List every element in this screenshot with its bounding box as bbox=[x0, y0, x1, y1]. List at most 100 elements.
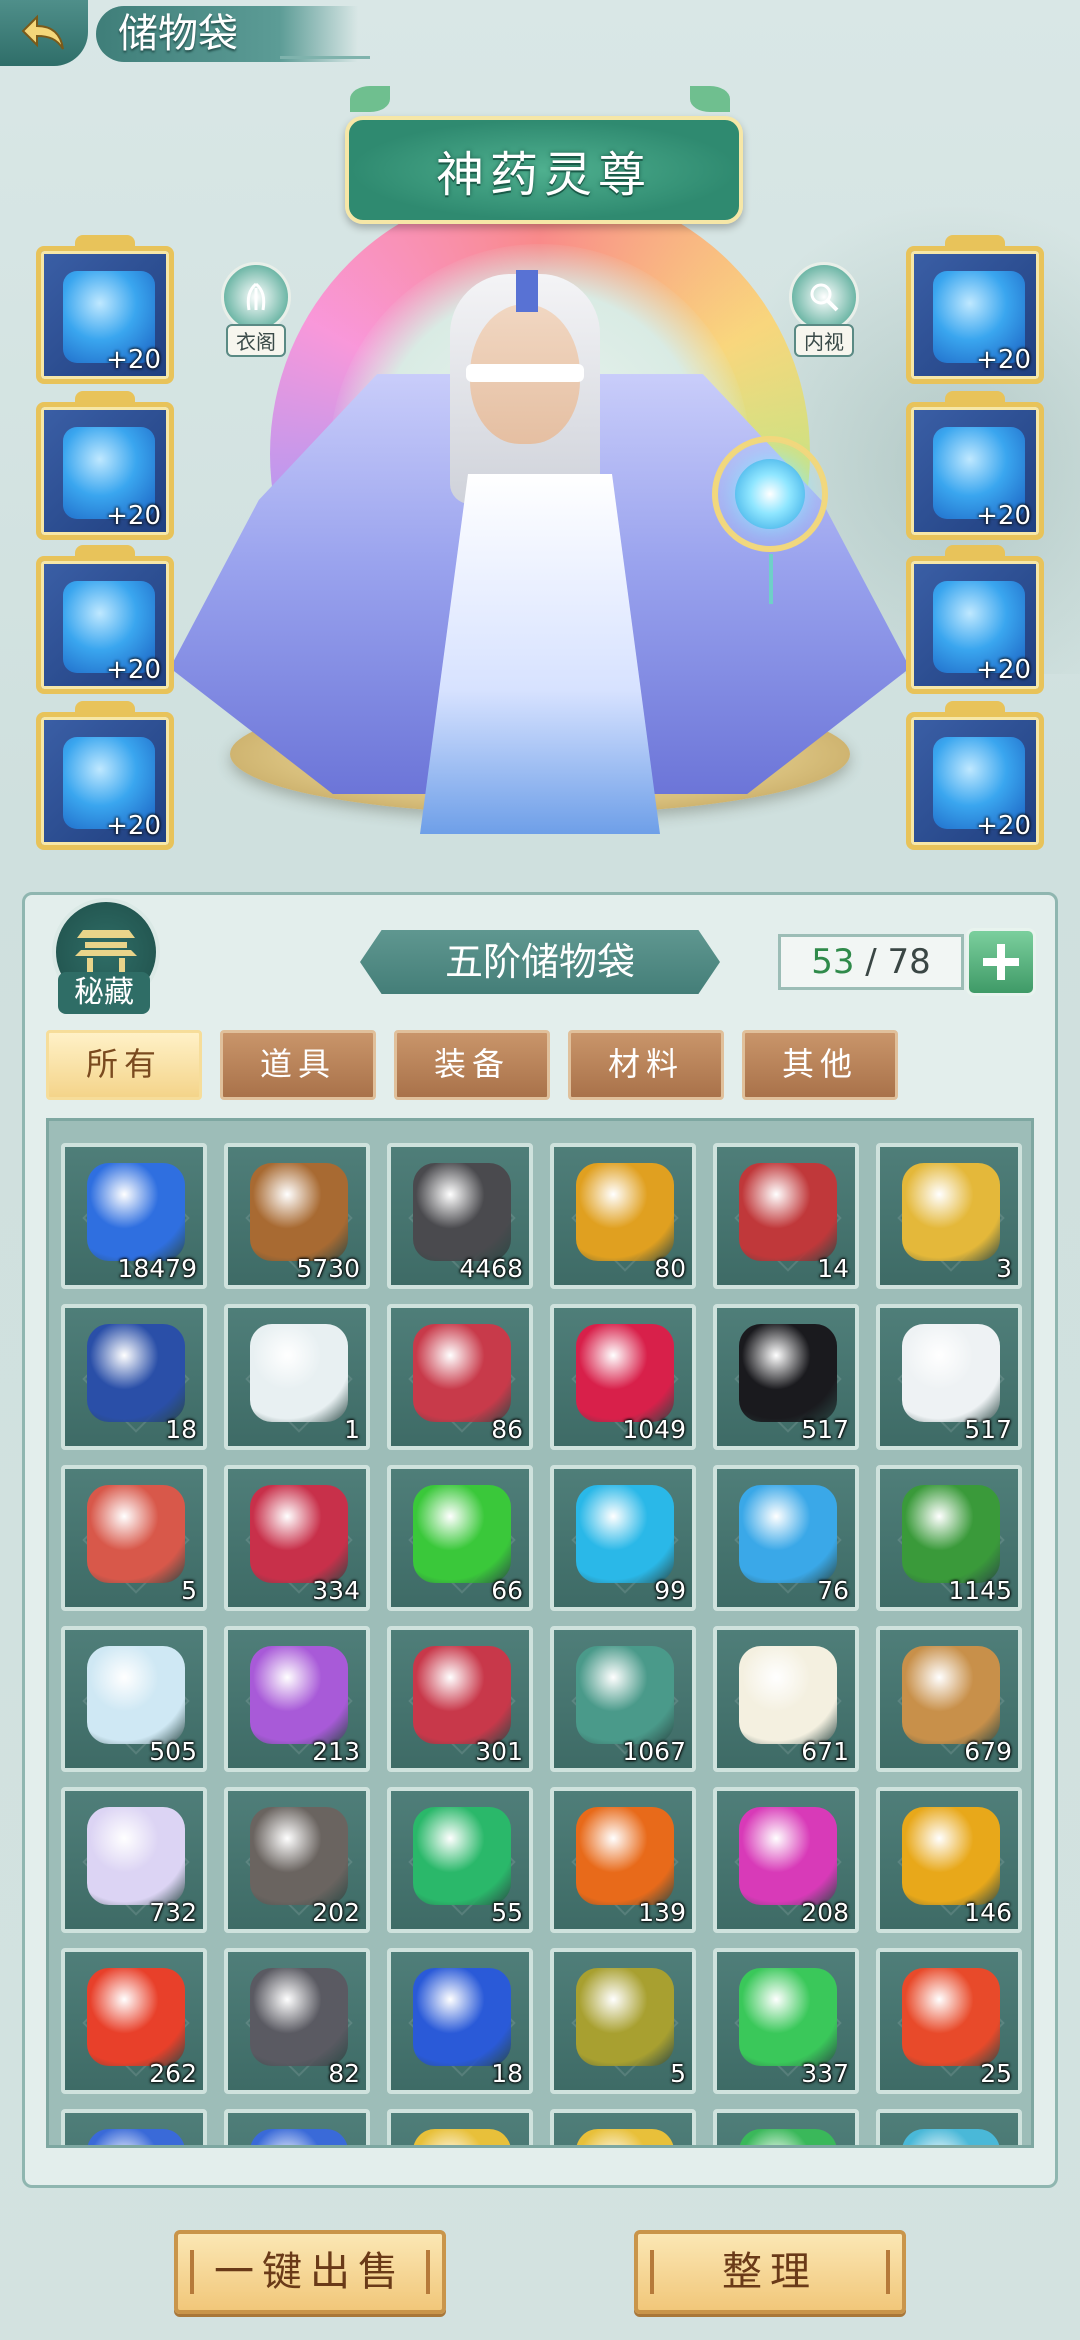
capacity-separator: / bbox=[854, 942, 888, 982]
item-count: 671 bbox=[801, 1737, 849, 1766]
character-crown bbox=[516, 270, 538, 312]
inventory-slot[interactable]: 505 bbox=[61, 1626, 207, 1772]
wood-log-icon bbox=[250, 1163, 348, 1261]
inventory-slot[interactable] bbox=[61, 2109, 207, 2145]
character-blindfold bbox=[466, 364, 584, 382]
sort-button[interactable]: 整理 bbox=[634, 2230, 906, 2314]
white-vase-icon bbox=[250, 1324, 348, 1422]
inventory-slot[interactable]: 517 bbox=[876, 1304, 1022, 1450]
inventory-slot[interactable]: 80 bbox=[550, 1143, 696, 1289]
tab-equipment[interactable]: 装备 bbox=[394, 1030, 550, 1100]
inventory-slot[interactable]: 1049 bbox=[550, 1304, 696, 1450]
inventory-slot[interactable]: 18479 bbox=[61, 1143, 207, 1289]
inventory-slot[interactable] bbox=[713, 2109, 859, 2145]
leaf-ornament-left bbox=[350, 86, 390, 112]
leaf-ornament-right bbox=[690, 86, 730, 112]
inventory-slot[interactable]: 139 bbox=[550, 1787, 696, 1933]
wardrobe-button[interactable]: 衣阁 bbox=[216, 262, 296, 357]
cyan-item-icon bbox=[902, 2129, 1000, 2145]
slot-crest bbox=[945, 391, 1005, 407]
inventory-grid-container[interactable]: 18479 5730 4468 80 14 3 18 1 86 1049 517 517 5 334 66 9… bbox=[46, 1118, 1034, 2148]
inventory-slot[interactable]: 5 bbox=[61, 1465, 207, 1611]
item-count: 208 bbox=[801, 1898, 849, 1927]
item-count: 1 bbox=[344, 1415, 360, 1444]
inventory-slot[interactable]: 5 bbox=[550, 1948, 696, 2094]
inventory-slot[interactable]: 202 bbox=[224, 1787, 370, 1933]
inventory-slot[interactable] bbox=[550, 2109, 696, 2145]
inventory-slot[interactable]: 1145 bbox=[876, 1465, 1022, 1611]
inspect-button[interactable]: 内视 bbox=[784, 262, 864, 357]
inventory-slot[interactable]: 14 bbox=[713, 1143, 859, 1289]
item-count: 505 bbox=[149, 1737, 197, 1766]
item-count: 99 bbox=[654, 1576, 686, 1605]
inventory-slot[interactable]: 146 bbox=[876, 1787, 1022, 1933]
inventory-slot[interactable] bbox=[224, 2109, 370, 2145]
inventory-slot[interactable]: 55 bbox=[387, 1787, 533, 1933]
inventory-slot[interactable]: 99 bbox=[550, 1465, 696, 1611]
wardrobe-label: 衣阁 bbox=[226, 324, 286, 357]
secret-treasure-button[interactable]: 秘藏 bbox=[52, 898, 160, 1018]
inventory-slot[interactable]: 5730 bbox=[224, 1143, 370, 1289]
capacity-used: 53 bbox=[811, 942, 855, 982]
inventory-slot[interactable]: 66 bbox=[387, 1465, 533, 1611]
red-crystal-icon bbox=[413, 1324, 511, 1422]
tab-props[interactable]: 道具 bbox=[220, 1030, 376, 1100]
item-count: 18479 bbox=[117, 1254, 197, 1283]
inventory-slot[interactable]: 3 bbox=[876, 1143, 1022, 1289]
spirit-orb-icon bbox=[735, 459, 805, 529]
tab-materials[interactable]: 材料 bbox=[568, 1030, 724, 1100]
slot-crest bbox=[945, 701, 1005, 717]
inventory-slot[interactable]: 732 bbox=[61, 1787, 207, 1933]
purple-orchid-icon bbox=[250, 1646, 348, 1744]
equip-slot-helmet[interactable]: +20 bbox=[36, 391, 174, 540]
back-arrow-icon bbox=[21, 14, 64, 50]
inventory-slot[interactable]: 334 bbox=[224, 1465, 370, 1611]
inventory-slot[interactable]: 76 bbox=[713, 1465, 859, 1611]
equip-slot-armor[interactable]: +20 bbox=[36, 545, 174, 694]
inventory-slot[interactable]: 301 bbox=[387, 1626, 533, 1772]
equip-slot-ring[interactable]: +20 bbox=[906, 235, 1044, 384]
inventory-slot[interactable]: 671 bbox=[713, 1626, 859, 1772]
inventory-slot[interactable]: 679 bbox=[876, 1626, 1022, 1772]
inventory-slot[interactable]: 1 bbox=[224, 1304, 370, 1450]
inventory-slot[interactable]: 18 bbox=[387, 1948, 533, 2094]
dragon-orb-icon bbox=[576, 1163, 674, 1261]
inventory-slot[interactable]: 262 bbox=[61, 1948, 207, 2094]
dark-ore-icon bbox=[413, 1163, 511, 1261]
inventory-slot[interactable]: 208 bbox=[713, 1787, 859, 1933]
fire-crystal-icon bbox=[87, 1968, 185, 2066]
inventory-slot[interactable]: 86 bbox=[387, 1304, 533, 1450]
tab-all[interactable]: 所有 bbox=[46, 1030, 202, 1100]
equip-slot-bracelet[interactable]: +20 bbox=[906, 545, 1044, 694]
slot-crest bbox=[75, 545, 135, 561]
inventory-slot[interactable]: 18 bbox=[61, 1304, 207, 1450]
inventory-slot[interactable]: 213 bbox=[224, 1626, 370, 1772]
inventory-slot[interactable]: 4468 bbox=[387, 1143, 533, 1289]
item-count: 25 bbox=[980, 2059, 1012, 2088]
equip-slot-boots[interactable]: +20 bbox=[36, 701, 174, 850]
inventory-slot[interactable]: 1067 bbox=[550, 1626, 696, 1772]
inventory-slot[interactable]: 517 bbox=[713, 1304, 859, 1450]
inventory-slot[interactable]: 337 bbox=[713, 1948, 859, 2094]
item-count: 213 bbox=[312, 1737, 360, 1766]
sell-all-button[interactable]: 一键出售 bbox=[174, 2230, 446, 2314]
sapphire-icon bbox=[413, 1968, 511, 2066]
white-flower-icon bbox=[739, 1646, 837, 1744]
inventory-slot[interactable] bbox=[387, 2109, 533, 2145]
expand-bag-button[interactable] bbox=[966, 928, 1036, 996]
item-count: 337 bbox=[801, 2059, 849, 2088]
inventory-slot[interactable]: 82 bbox=[224, 1948, 370, 2094]
equip-slot-pendant[interactable]: +20 bbox=[906, 391, 1044, 540]
item-count: 334 bbox=[312, 1576, 360, 1605]
back-button[interactable] bbox=[0, 0, 88, 66]
tab-other[interactable]: 其他 bbox=[742, 1030, 898, 1100]
slot-crest bbox=[75, 701, 135, 717]
inventory-slot[interactable]: 25 bbox=[876, 1948, 1022, 2094]
inventory-slot[interactable] bbox=[876, 2109, 1022, 2145]
magenta-gem-icon bbox=[739, 1807, 837, 1905]
enhance-level: +20 bbox=[976, 811, 1031, 841]
enhance-level: +20 bbox=[106, 811, 161, 841]
equip-slot-weapon[interactable]: +20 bbox=[36, 235, 174, 384]
item-count: 4468 bbox=[459, 1254, 523, 1283]
equip-slot-amulet[interactable]: +20 bbox=[906, 701, 1044, 850]
